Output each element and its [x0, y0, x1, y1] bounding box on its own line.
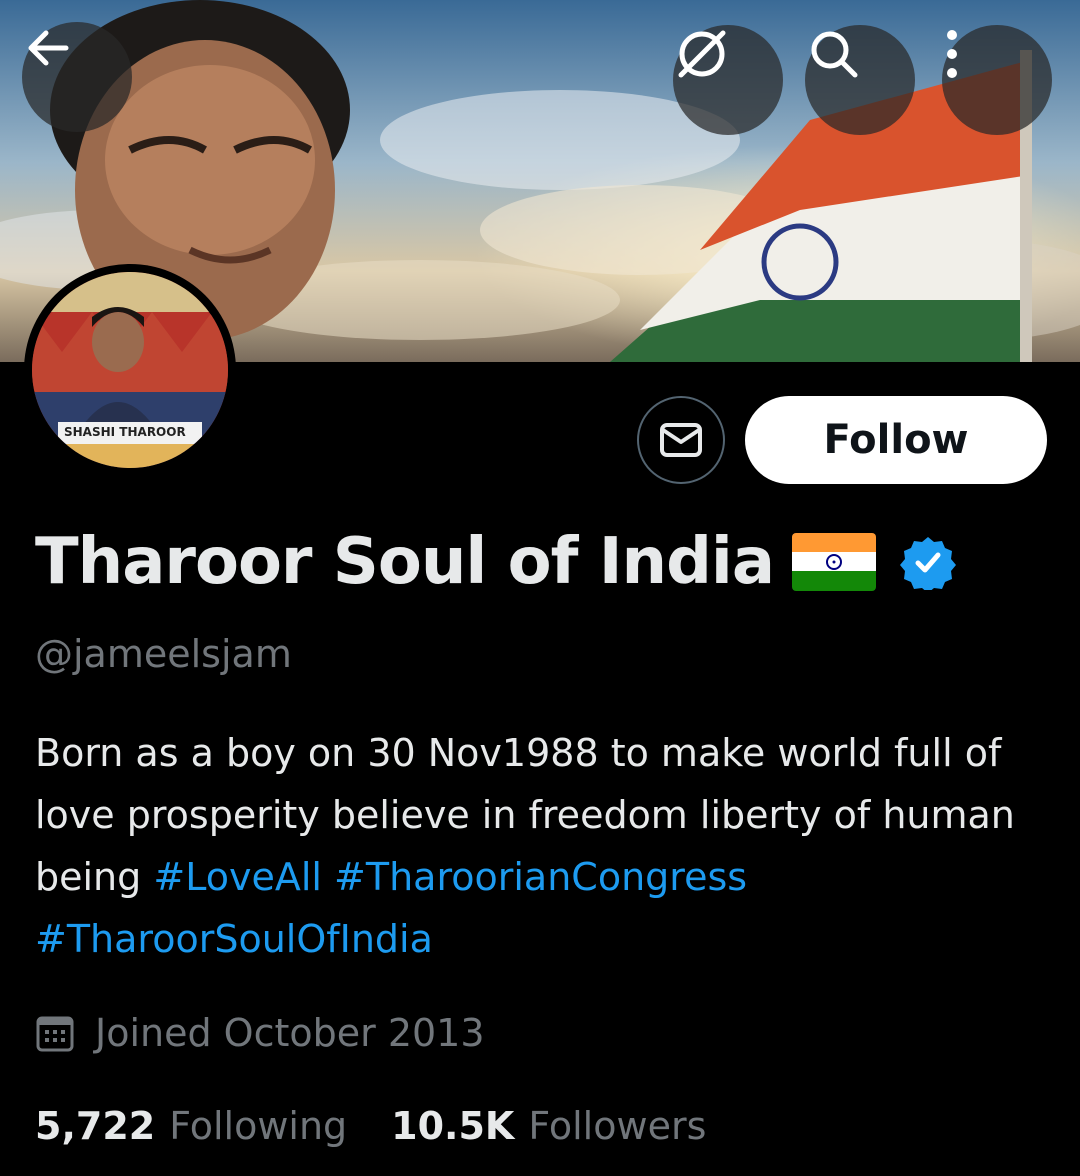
following-count: 5,722 — [35, 1104, 156, 1148]
message-button[interactable] — [637, 396, 725, 484]
display-name: Tharoor Soul of India — [35, 525, 775, 599]
followers-link[interactable]: 10.5K Followers — [391, 1104, 706, 1148]
calendar-icon — [36, 1016, 74, 1052]
hashtag-link[interactable]: #TharoorSoulOfIndia — [35, 917, 433, 961]
more-options-button[interactable] — [942, 25, 1052, 135]
search-button[interactable] — [805, 25, 915, 135]
profile-page: SHASHI THAROOR Follow Tharoor Soul of In… — [0, 0, 1080, 1176]
user-handle: @jameelsjam — [35, 632, 292, 676]
followers-count: 10.5K — [391, 1104, 515, 1148]
avatar-image: SHASHI THAROOR — [32, 272, 228, 468]
profile-bio: Born as a boy on 30 Nov1988 to make worl… — [35, 722, 1035, 970]
following-label: Following — [169, 1104, 348, 1148]
followers-label: Followers — [528, 1104, 707, 1148]
back-button[interactable] — [22, 22, 132, 132]
avatar[interactable]: SHASHI THAROOR — [24, 264, 236, 476]
envelope-icon — [660, 423, 702, 457]
hashtag-link[interactable]: #TharoorianCongress — [334, 855, 747, 899]
india-flag-icon — [792, 533, 876, 591]
grok-button[interactable] — [673, 25, 783, 135]
following-link[interactable]: 5,722 Following — [35, 1104, 347, 1148]
display-name-row: Tharoor Soul of India — [35, 520, 956, 604]
search-icon — [811, 31, 858, 78]
follow-button[interactable]: Follow — [745, 396, 1047, 484]
grok-icon — [678, 30, 726, 78]
arrow-left-icon — [28, 30, 69, 66]
join-date: Joined October 2013 — [35, 1005, 485, 1061]
hashtag-link[interactable]: #LoveAll — [153, 855, 322, 899]
verified-badge-icon[interactable] — [900, 534, 956, 590]
follow-stats: 5,722 Following 10.5K Followers — [35, 1098, 706, 1154]
avatar-caption: SHASHI THAROOR — [64, 425, 186, 439]
more-vertical-icon — [947, 30, 957, 78]
join-date-text: Joined October 2013 — [95, 1011, 485, 1055]
